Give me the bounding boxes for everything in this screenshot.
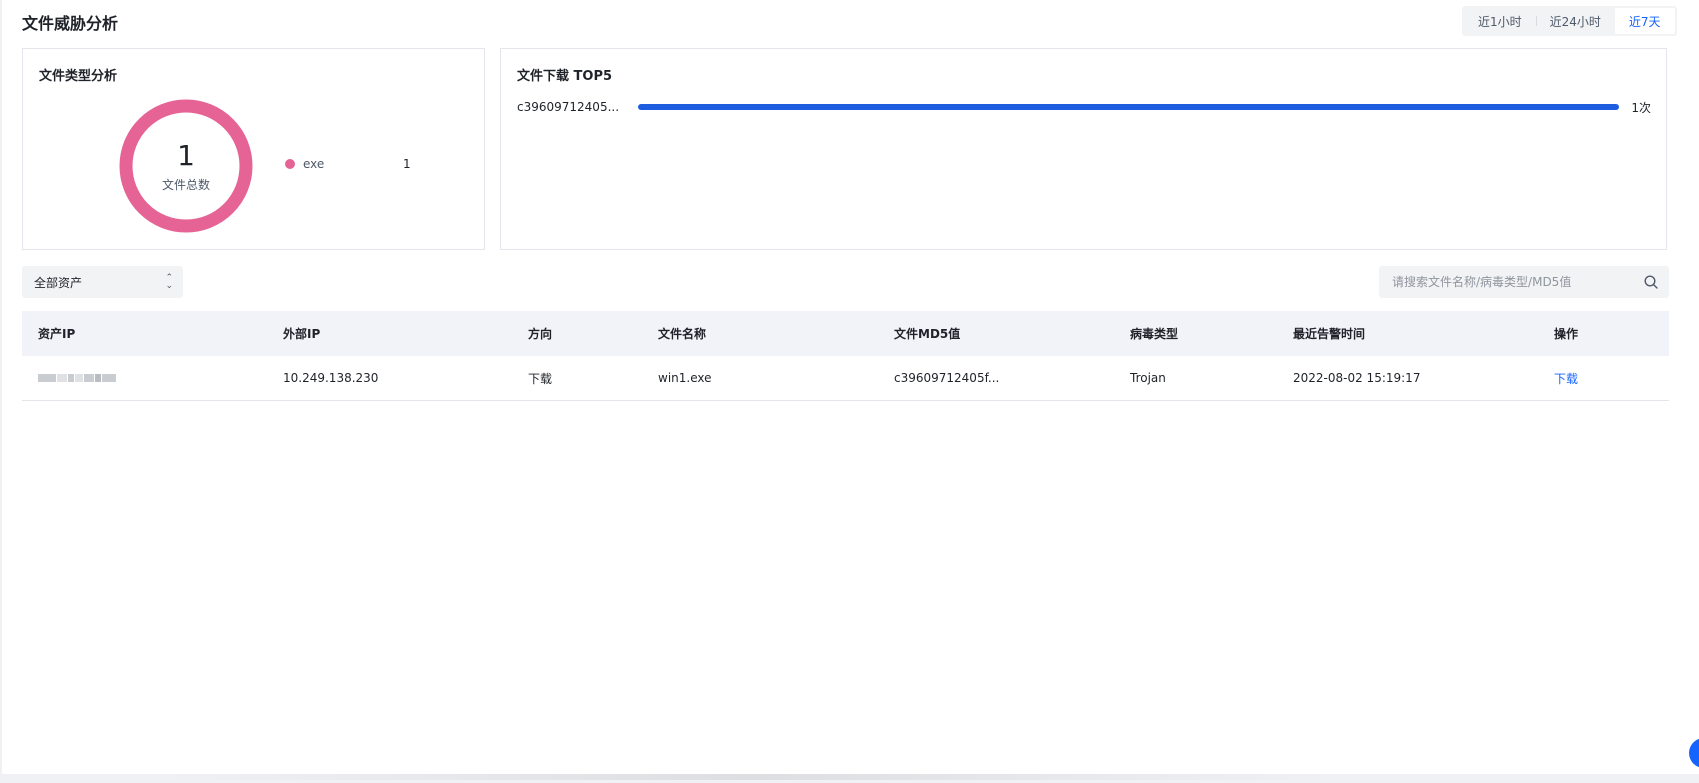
column-header-asset-ip: 资产IP bbox=[38, 327, 76, 341]
top-item-bar-track bbox=[638, 104, 1620, 110]
range-24h-button[interactable]: 近24小时 bbox=[1535, 8, 1615, 34]
cell-file-name: win1.exe bbox=[658, 371, 712, 385]
file-type-card: 文件类型分析 1 文件总数 exe 1 bbox=[22, 48, 485, 250]
column-header-file-name: 文件名称 bbox=[658, 327, 707, 341]
asset-select-value: 全部资产 bbox=[34, 275, 83, 290]
download-top5-card: 文件下载 TOP5 c39609712405... 1次 bbox=[500, 48, 1667, 250]
table-header: 资产IP 外部IP 方向 文件名称 文件MD5值 病毒类型 最近告警时间 操作 bbox=[22, 311, 1669, 356]
masked-ip bbox=[38, 374, 116, 382]
column-header-virus-type: 病毒类型 bbox=[1130, 327, 1179, 341]
bottom-scroll-shadow bbox=[160, 774, 1340, 780]
donut-total-value: 1 bbox=[177, 138, 195, 172]
range-1h-button[interactable]: 近1小时 bbox=[1464, 8, 1536, 34]
legend-dot bbox=[285, 159, 295, 169]
download-top5-card-title: 文件下载 TOP5 bbox=[517, 69, 613, 84]
chevron-updown-icon: ⌃ ⌄ bbox=[165, 273, 173, 291]
table-row: 10.249.138.230 下载 win1.exe c39609712405f… bbox=[22, 356, 1669, 401]
column-header-action: 操作 bbox=[1554, 327, 1579, 341]
page-title: 文件威胁分析 bbox=[22, 14, 119, 33]
time-range-segmented: 近1小时 近24小时 近7天 bbox=[1462, 6, 1677, 36]
top-item-bar-fill bbox=[638, 104, 1620, 110]
column-header-md5: 文件MD5值 bbox=[894, 327, 961, 341]
top-item-label: c39609712405... bbox=[517, 100, 620, 114]
cell-virus-type: Trojan bbox=[1130, 371, 1166, 385]
donut-center: 1 文件总数 bbox=[119, 99, 253, 233]
cell-asset-ip bbox=[22, 371, 267, 385]
top-list-item: c39609712405... 1次 bbox=[517, 97, 1651, 117]
file-threat-table: 资产IP 外部IP 方向 文件名称 文件MD5值 病毒类型 最近告警时间 操作 … bbox=[22, 311, 1669, 401]
cell-external-ip: 10.249.138.230 bbox=[283, 371, 379, 385]
cell-md5: c39609712405f... bbox=[894, 371, 1000, 385]
range-7d-button[interactable]: 近7天 bbox=[1614, 8, 1675, 34]
download-link[interactable]: 下载 bbox=[1554, 372, 1578, 386]
file-type-card-title: 文件类型分析 bbox=[39, 69, 118, 84]
asset-select[interactable]: 全部资产 ⌃ ⌄ bbox=[22, 266, 183, 298]
legend-value: 1 bbox=[403, 157, 411, 171]
cell-last-alert: 2022-08-02 15:19:17 bbox=[1293, 371, 1421, 385]
legend-item-exe[interactable]: exe 1 bbox=[285, 157, 415, 171]
search-icon[interactable] bbox=[1644, 275, 1658, 289]
column-header-direction: 方向 bbox=[528, 327, 553, 341]
column-header-external-ip: 外部IP bbox=[283, 327, 321, 341]
column-header-last-alert: 最近告警时间 bbox=[1293, 327, 1366, 341]
top-item-count: 1次 bbox=[1631, 100, 1651, 115]
search-box bbox=[1379, 266, 1669, 298]
donut-total-label: 文件总数 bbox=[161, 177, 210, 192]
cell-action: 下载 bbox=[1538, 370, 1669, 387]
file-threat-page: 文件威胁分析 近1小时 近24小时 近7天 文件类型分析 1 文件总数 exe … bbox=[2, 0, 1699, 774]
cell-direction: 下载 bbox=[528, 371, 553, 386]
legend-name: exe bbox=[303, 157, 325, 171]
search-input[interactable] bbox=[1379, 266, 1629, 298]
